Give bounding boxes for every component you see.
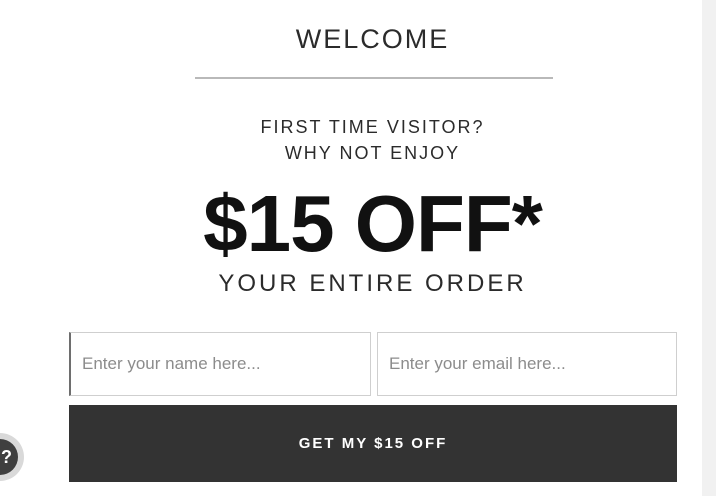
- discount-scope: YOUR ENTIRE ORDER: [218, 270, 527, 297]
- signup-popup: WELCOME FIRST TIME VISITOR? WHY NOT ENJO…: [0, 0, 716, 496]
- offer-intro: WHY NOT ENJOY: [284, 143, 461, 163]
- visitor-question: FIRST TIME VISITOR?: [260, 117, 485, 137]
- help-glyph: ?: [1, 447, 12, 467]
- help-icon[interactable]: ?: [0, 439, 18, 475]
- welcome-title: WELCOME: [295, 24, 450, 54]
- get-discount-button[interactable]: GET MY $15 OFF: [69, 405, 677, 482]
- email-input[interactable]: [377, 332, 677, 396]
- discount-headline: $15 OFF*: [203, 179, 543, 268]
- name-input[interactable]: [69, 332, 371, 396]
- title-divider: [195, 77, 553, 79]
